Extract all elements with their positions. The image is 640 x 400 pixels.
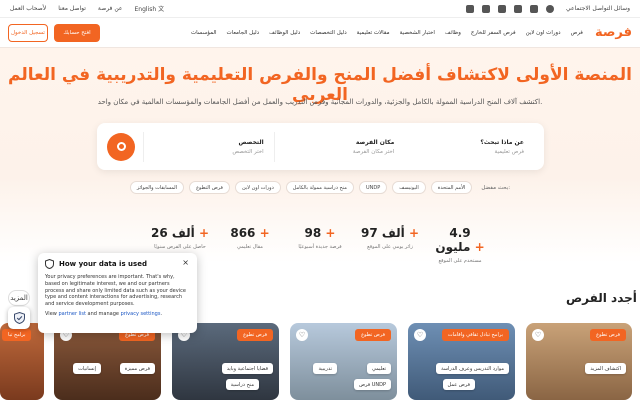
popular-label: بحث مفضل: [481,184,511,191]
instagram-icon[interactable] [530,4,539,13]
shield-icon [45,259,54,269]
social-label: وسائل التواصل الاجتماعي [566,5,630,12]
opportunity-card[interactable]: فرص تطوع ♡ تعليمي تدريبية فرص UNDP [290,323,397,400]
opportunity-card[interactable]: برامج تبادل ثقافي واقامات ♡ موارد التدري… [408,323,515,400]
hero-subtitle: اكتشف آلاف المنح الدراسية الممولة بالكام… [97,98,543,106]
nav-item-jobs-guide[interactable]: دليل الوظائف [269,30,300,36]
nav-item-jobs[interactable]: وظائف [445,30,461,36]
chip-funded[interactable]: منح دراسية ممولة بالكامل [285,181,354,194]
card-chip[interactable]: إنسانيات [73,363,101,374]
site-logo[interactable]: فرصة [595,25,632,40]
latest-title: أجدد الفرص [566,291,637,305]
chip-volunteer[interactable]: فرص التطوع [189,181,230,194]
chip-un[interactable]: الأمم المتحدة [430,181,473,194]
chip-unicef[interactable]: اليونيسف [392,181,426,194]
card-chip[interactable]: تعليمي [366,363,391,374]
social-links: وسائل التواصل الاجتماعي [466,4,630,13]
stat-articles: 866 + مقال تعليمي [230,226,270,250]
card-chip[interactable]: فرص UNDP [353,379,391,390]
language-switch[interactable]: English 文 [134,4,164,13]
about-link[interactable]: عن فرصة [98,5,123,12]
privacy-consent-popup: How your data is used × Your privacy pre… [38,253,197,333]
chip-awards[interactable]: المسابقات والجوائز [129,181,185,194]
contact-link[interactable]: تواصل معنا [58,5,86,12]
opportunity-cards: فرص تطوع ♡ اكتشاف المزيد برامج تبادل ثقا… [0,323,640,400]
nav-item-courses[interactable]: دورات اون لاين [526,30,561,36]
more-arrow-button[interactable]: المزيد [8,290,30,306]
card-chip[interactable]: اكتشاف المزيد [585,363,626,374]
opportunity-card[interactable]: فرص تطوع ♡ فرص مميزة إنسانيات [54,323,161,400]
facebook-icon[interactable] [546,4,555,13]
privacy-shield-button[interactable] [8,307,30,329]
heart-icon[interactable]: ♡ [414,329,426,341]
stat-visitors: 97 ألف + زائر يومي على الموقع [360,226,420,250]
stats-row: 4.9 مليون + مستخدم على الموقع 97 ألف + زائ… [150,226,490,264]
nav-item-majors[interactable]: دليل التخصصات [310,30,347,36]
card-tag: برامج تبا [2,329,32,341]
stat-users: 4.9 مليون + مستخدم على الموقع [435,226,485,264]
card-tag: فرص تطوع [237,329,273,341]
card-chip[interactable]: تدريبية [313,363,337,374]
consent-body: Your privacy preferences are important. … [45,274,186,307]
consent-header: How your data is used [45,259,190,269]
heart-icon[interactable]: ♡ [296,329,308,341]
nav-item-universities[interactable]: دليل الجامعات [227,30,260,36]
card-chip[interactable]: فرص مميزة [119,363,155,374]
card-chip[interactable]: قضايا اجتماعية وبايد [221,363,273,374]
nav-item-articles[interactable]: مقالات تعليمية [357,30,390,36]
search-icon [116,142,126,151]
main-nav: تسجيل الدخول افتح حسابك المؤسسات دليل ال… [0,18,640,48]
search-box: التخصص اختر التخصص مكان الفرصة اختر مكان… [97,123,544,170]
nav-item-institutions[interactable]: المؤسسات [191,30,217,36]
close-icon[interactable]: × [182,258,189,267]
translate-icon: 文 [158,6,165,13]
telegram-icon[interactable] [466,4,475,13]
major-field[interactable]: التخصص اختر التخصص [143,131,274,162]
query-field[interactable]: عن ماذا تبحث؟ فرص تعليمية [404,132,534,162]
opportunity-card[interactable]: فرص تطوع ♡ اكتشاف المزيد [526,323,632,400]
nav-item-personality[interactable]: اختبار الشخصية [400,30,435,36]
privacy-settings-link[interactable]: privacy settings [121,311,161,317]
search-button[interactable] [107,132,135,161]
hero-section: المنصة الأولى لاكتشاف أفضل المنح والفرص … [0,48,640,264]
consent-title: How your data is used [59,260,147,268]
employers-link[interactable]: لأصحاب العمل [10,5,46,12]
consent-links: View partner list and manage privacy set… [45,310,163,317]
login-button[interactable]: تسجيل الدخول [8,23,48,42]
nav-item-travel[interactable]: فرص السفر للخارج [471,30,516,36]
card-tag: فرص تطوع [355,329,391,341]
card-chip[interactable]: منح دراسية [225,379,259,390]
partner-list-link[interactable]: partner list [58,311,86,317]
top-links: لأصحاب العمل تواصل معنا عن فرصة English … [10,4,164,13]
popular-searches: بحث مفضل: الأمم المتحدة اليونيسف UNDP من… [0,181,640,194]
location-field[interactable]: مكان الفرصة اختر مكان الفرصة [273,131,405,162]
nav-item-opportunities[interactable]: فرص [571,30,583,36]
signup-button[interactable]: افتح حسابك [54,23,100,42]
shield-check-icon [13,312,25,324]
card-chip[interactable]: فرص عمل [442,379,475,390]
nav-menu: المؤسسات دليل الجامعات دليل الوظائف دليل… [120,30,583,36]
top-bar: لأصحاب العمل تواصل معنا عن فرصة English … [0,0,640,18]
card-tag: برامج تبادل ثقافي واقامات [441,329,509,341]
chip-undp[interactable]: UNDP [358,181,388,194]
heart-icon[interactable]: ♡ [532,329,544,341]
stat-weekly: 98 + فرصة جديدة أسبوعيًا [298,226,342,250]
x-icon[interactable] [514,4,523,13]
card-tag: فرص تطوع [590,329,626,341]
linkedin-icon[interactable] [498,4,507,13]
card-chip[interactable]: موارد التدريس وعرف الدراسة [436,363,509,374]
chip-online[interactable]: دورات اون لاين [234,181,281,194]
opportunity-card[interactable]: برامج تبا [0,323,44,400]
opportunity-card[interactable]: فرص تطوع ♡ قضايا اجتماعية وبايد منح دراس… [172,323,279,400]
youtube-icon[interactable] [482,4,491,13]
